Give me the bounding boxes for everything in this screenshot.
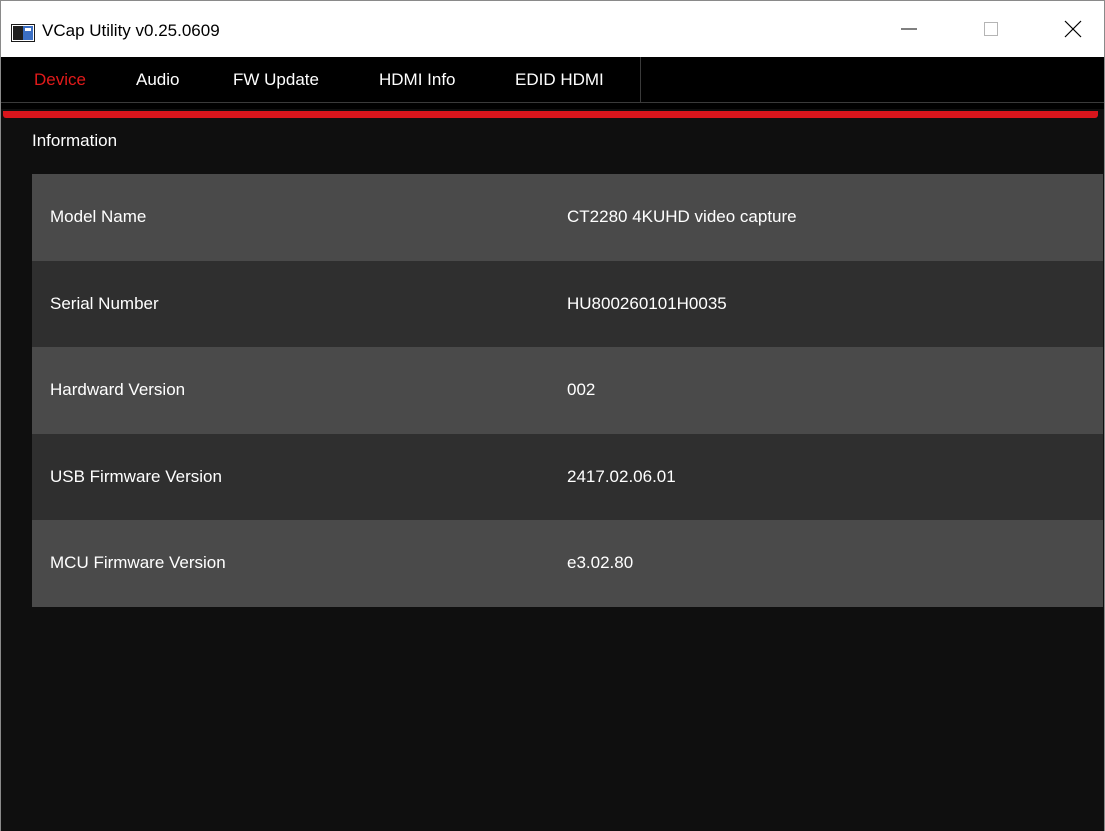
minimize-icon (901, 28, 917, 30)
maximize-icon (984, 22, 998, 36)
tab-hdmi-info[interactable]: HDMI Info (379, 57, 456, 102)
section-title: Information (32, 131, 118, 150)
info-value: 2417.02.06.01 (567, 466, 676, 486)
info-label: USB Firmware Version (50, 466, 222, 486)
info-row-mcu-firmware-version: MCU Firmware Version e3.02.80 (32, 520, 1103, 607)
info-table: Model Name CT2280 4KUHD video capture Se… (32, 174, 1103, 607)
info-value: HU800260101H0035 (567, 293, 727, 313)
accent-bar (3, 111, 1098, 118)
tab-strip: Device Audio FW Update HDMI Info EDID HD… (1, 57, 641, 102)
info-value: CT2280 4KUHD video capture (567, 207, 797, 227)
tab-bar: Device Audio FW Update HDMI Info EDID HD… (1, 57, 1104, 109)
tab-device[interactable]: Device (34, 57, 86, 102)
close-icon (1064, 20, 1082, 38)
app-window: VCap Utility v0.25.0609 Device Audio FW … (0, 0, 1105, 831)
app-window-icon (11, 24, 35, 42)
window-title: VCap Utility v0.25.0609 (42, 21, 220, 40)
info-label: Serial Number (50, 293, 159, 313)
info-row-hardware-version: Hardward Version 002 (32, 347, 1103, 434)
info-label: MCU Firmware Version (50, 553, 226, 573)
title-bar[interactable]: VCap Utility v0.25.0609 (1, 1, 1104, 57)
info-row-model-name: Model Name CT2280 4KUHD video capture (32, 174, 1103, 261)
info-label: Model Name (50, 207, 147, 227)
minimize-button[interactable] (881, 1, 937, 57)
tab-fw-update[interactable]: FW Update (233, 57, 319, 102)
close-button[interactable] (1045, 1, 1101, 57)
info-row-serial-number: Serial Number HU800260101H0035 (32, 260, 1103, 347)
info-label: Hardward Version (50, 380, 186, 400)
tab-divider (1, 102, 1104, 103)
tab-audio[interactable]: Audio (136, 57, 179, 102)
maximize-button[interactable] (963, 1, 1019, 57)
info-value: e3.02.80 (567, 553, 634, 573)
info-row-usb-firmware-version: USB Firmware Version 2417.02.06.01 (32, 433, 1103, 520)
tab-edid-hdmi[interactable]: EDID HDMI (515, 57, 604, 102)
info-value: 002 (567, 380, 596, 400)
